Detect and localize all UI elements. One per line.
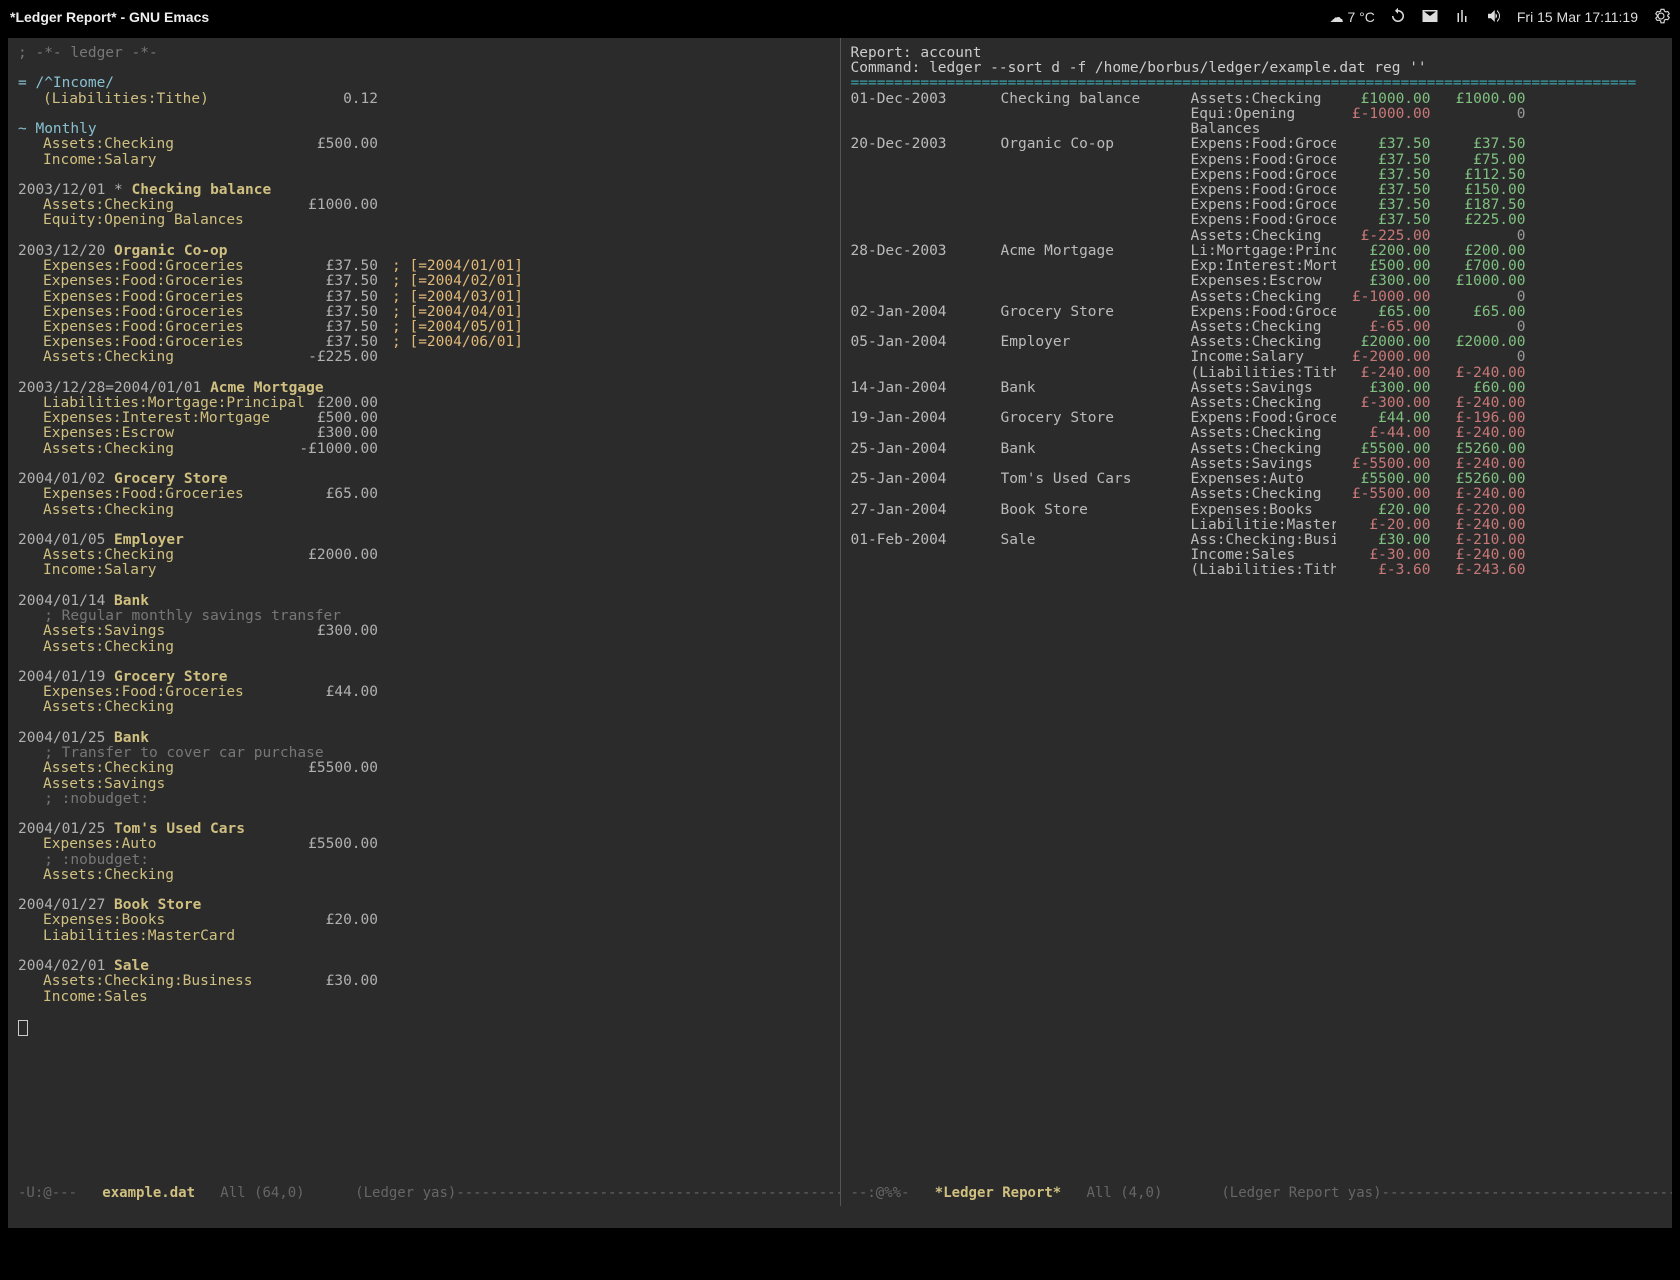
- posting-line[interactable]: Assets:Checking:Business£30.00: [18, 974, 830, 989]
- txn-header[interactable]: 2004/01/27 Book Store: [18, 898, 830, 913]
- posting-line[interactable]: Expenses:Food:Groceries£37.50; [=2004/05…: [18, 320, 830, 335]
- txn-header[interactable]: 2003/12/01 * Checking balance: [18, 183, 830, 198]
- report-row[interactable]: Equi:Opening Balances£-1000.000: [851, 107, 1663, 137]
- cursor: [18, 1020, 28, 1036]
- report-row[interactable]: 25-Jan-2004Tom's Used CarsExpenses:Auto£…: [851, 472, 1663, 487]
- report-row[interactable]: Assets:Checking£-44.00£-240.00: [851, 426, 1663, 441]
- txn-header[interactable]: 2003/12/28=2004/01/01 Acme Mortgage: [18, 381, 830, 396]
- report-row[interactable]: 01-Feb-2004SaleAss:Checking:Business£30.…: [851, 533, 1663, 548]
- emacs-frame: ; -*- ledger -*- = /^Income/(Liabilities…: [8, 38, 1672, 1228]
- right-pane[interactable]: Report: accountCommand: ledger --sort d …: [841, 38, 1673, 1228]
- txn-header[interactable]: 2004/01/14 Bank: [18, 594, 830, 609]
- window-title: *Ledger Report* - GNU Emacs: [10, 9, 1330, 25]
- report-row[interactable]: Expens:Food:Groceries£37.50£75.00: [851, 153, 1663, 168]
- posting-line[interactable]: Expenses:Escrow£300.00: [18, 426, 830, 441]
- report-row[interactable]: 05-Jan-2004EmployerAssets:Checking£2000.…: [851, 335, 1663, 350]
- txn-header[interactable]: 2004/01/05 Employer: [18, 533, 830, 548]
- posting-line[interactable]: Expenses:Food:Groceries£37.50; [=2004/01…: [18, 259, 830, 274]
- report-row[interactable]: Assets:Checking£-300.00£-240.00: [851, 396, 1663, 411]
- network-icon[interactable]: [1453, 7, 1471, 28]
- refresh-icon[interactable]: [1389, 7, 1407, 28]
- report-row[interactable]: 19-Jan-2004Grocery StoreExpens:Food:Groc…: [851, 411, 1663, 426]
- report-row[interactable]: Income:Sales£-30.00£-240.00: [851, 548, 1663, 563]
- clock[interactable]: Fri 15 Mar 17:11:19: [1517, 9, 1638, 25]
- txn-header[interactable]: 2004/01/02 Grocery Store: [18, 472, 830, 487]
- report-row[interactable]: Expens:Food:Groceries£37.50£187.50: [851, 198, 1663, 213]
- desktop: ; -*- ledger -*- = /^Income/(Liabilities…: [0, 34, 1680, 1236]
- report-row[interactable]: Expenses:Escrow£300.00£1000.00: [851, 274, 1663, 289]
- posting-line[interactable]: Assets:Checking£2000.00: [18, 548, 830, 563]
- report-row[interactable]: Assets:Checking£-1000.000: [851, 290, 1663, 305]
- settings-icon[interactable]: [1652, 7, 1670, 28]
- report-row[interactable]: Income:Salary£-2000.000: [851, 350, 1663, 365]
- left-modeline: -U:@--- example.dat All (64,0) (Ledger y…: [8, 1182, 840, 1204]
- report-command: Command: ledger --sort d -f /home/borbus…: [851, 61, 1663, 76]
- posting-line[interactable]: Assets:Checking: [18, 700, 830, 715]
- gnome-topbar: *Ledger Report* - GNU Emacs ☁ 7 °C Fri 1…: [0, 0, 1680, 34]
- posting-line[interactable]: Expenses:Food:Groceries£37.50; [=2004/02…: [18, 274, 830, 289]
- posting-line[interactable]: Liabilities:MasterCard: [18, 929, 830, 944]
- posting-line[interactable]: Expenses:Auto£5500.00: [18, 837, 830, 852]
- posting-line[interactable]: Expenses:Food:Groceries£37.50; [=2004/06…: [18, 335, 830, 350]
- posting-line[interactable]: Assets:Savings£300.00: [18, 624, 830, 639]
- report-row[interactable]: (Liabilities:Tithe)£-3.60£-243.60: [851, 563, 1663, 578]
- report-row[interactable]: Expens:Food:Groceries£37.50£150.00: [851, 183, 1663, 198]
- posting-line[interactable]: Assets:Checking-£225.00: [18, 350, 830, 365]
- minibuffer[interactable]: [8, 1206, 1672, 1228]
- mail-icon[interactable]: [1421, 7, 1439, 28]
- posting-line[interactable]: (Liabilities:Tithe)0.12: [18, 92, 830, 107]
- right-modeline: --:@%%- *Ledger Report* All (4,0) (Ledge…: [841, 1182, 1673, 1204]
- txn-header[interactable]: 2004/02/01 Sale: [18, 959, 830, 974]
- txn-header[interactable]: 2004/01/25 Tom's Used Cars: [18, 822, 830, 837]
- posting-line[interactable]: Expenses:Interest:Mortgage£500.00: [18, 411, 830, 426]
- report-row[interactable]: 20-Dec-2003Organic Co-opExpens:Food:Groc…: [851, 137, 1663, 152]
- report-row[interactable]: Expens:Food:Groceries£37.50£225.00: [851, 213, 1663, 228]
- volume-icon[interactable]: [1485, 7, 1503, 28]
- report-row[interactable]: (Liabilities:Tithe)£-240.00£-240.00: [851, 366, 1663, 381]
- posting-line[interactable]: Expenses:Food:Groceries£65.00: [18, 487, 830, 502]
- posting-line[interactable]: Income:Salary: [18, 563, 830, 578]
- left-pane[interactable]: ; -*- ledger -*- = /^Income/(Liabilities…: [8, 38, 841, 1228]
- report-row[interactable]: 28-Dec-2003Acme MortgageLi:Mortgage:Prin…: [851, 244, 1663, 259]
- report-row[interactable]: Expens:Food:Groceries£37.50£112.50: [851, 168, 1663, 183]
- report-row[interactable]: Exp:Interest:Mortgage£500.00£700.00: [851, 259, 1663, 274]
- txn-header[interactable]: 2004/01/19 Grocery Store: [18, 670, 830, 685]
- posting-line[interactable]: Assets:Checking£5500.00: [18, 761, 830, 776]
- report-row[interactable]: Assets:Savings£-5500.00£-240.00: [851, 457, 1663, 472]
- report-title: Report: account: [851, 46, 1663, 61]
- report-row[interactable]: 27-Jan-2004Book StoreExpenses:Books£20.0…: [851, 503, 1663, 518]
- posting-line[interactable]: Assets:Checking£500.00: [18, 137, 830, 152]
- posting-line[interactable]: Assets:Checking: [18, 503, 830, 518]
- posting-line[interactable]: Assets:Checking: [18, 868, 830, 883]
- report-row[interactable]: Assets:Checking£-65.000: [851, 320, 1663, 335]
- report-row[interactable]: 01-Dec-2003Checking balanceAssets:Checki…: [851, 92, 1663, 107]
- posting-line[interactable]: Assets:Checking: [18, 640, 830, 655]
- report-row[interactable]: Assets:Checking£-225.000: [851, 229, 1663, 244]
- posting-line[interactable]: Liabilities:Mortgage:Principal£200.00: [18, 396, 830, 411]
- posting-line[interactable]: Assets:Checking-£1000.00: [18, 442, 830, 457]
- report-row[interactable]: 14-Jan-2004BankAssets:Savings£300.00£60.…: [851, 381, 1663, 396]
- posting-line[interactable]: Income:Sales: [18, 990, 830, 1005]
- report-row[interactable]: 25-Jan-2004BankAssets:Checking£5500.00£5…: [851, 442, 1663, 457]
- posting-line[interactable]: Assets:Savings: [18, 777, 830, 792]
- report-row[interactable]: 02-Jan-2004Grocery StoreExpens:Food:Groc…: [851, 305, 1663, 320]
- posting-line[interactable]: Expenses:Food:Groceries£37.50; [=2004/04…: [18, 305, 830, 320]
- posting-line[interactable]: Equity:Opening Balances: [18, 213, 830, 228]
- posting-line[interactable]: Income:Salary: [18, 153, 830, 168]
- report-row[interactable]: Liabilitie:MasterCard£-20.00£-240.00: [851, 518, 1663, 533]
- system-tray: ☁ 7 °C Fri 15 Mar 17:11:19: [1330, 7, 1670, 28]
- posting-line[interactable]: Expenses:Books£20.00: [18, 913, 830, 928]
- posting-line[interactable]: Expenses:Food:Groceries£44.00: [18, 685, 830, 700]
- report-row[interactable]: Assets:Checking£-5500.00£-240.00: [851, 487, 1663, 502]
- txn-header[interactable]: 2003/12/20 Organic Co-op: [18, 244, 830, 259]
- report-divider: ========================================…: [851, 76, 1663, 91]
- weather-indicator[interactable]: ☁ 7 °C: [1330, 9, 1375, 26]
- txn-header[interactable]: 2004/01/25 Bank: [18, 731, 830, 746]
- posting-line[interactable]: Expenses:Food:Groceries£37.50; [=2004/03…: [18, 290, 830, 305]
- posting-line[interactable]: Assets:Checking£1000.00: [18, 198, 830, 213]
